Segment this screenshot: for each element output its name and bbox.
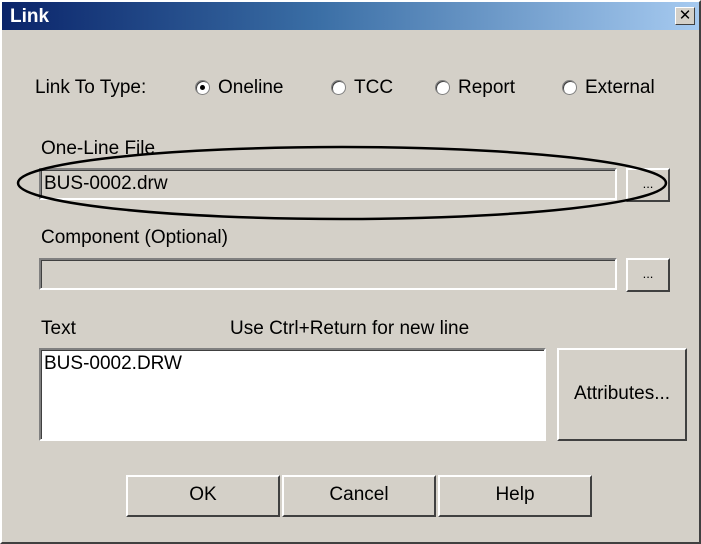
text-area[interactable]: BUS-0002.DRW — [39, 348, 546, 441]
oneline-browse-label: ... — [642, 176, 654, 191]
oneline-file-value: BUS-0002.drw — [44, 173, 168, 194]
text-area-value: BUS-0002.DRW — [44, 353, 182, 374]
close-button[interactable]: ✕ — [675, 7, 695, 25]
ok-label: OK — [189, 484, 217, 505]
radio-selected-dot — [200, 85, 205, 90]
radio-report-circle[interactable] — [435, 80, 450, 95]
attributes-button[interactable]: Attributes... — [557, 348, 687, 441]
radio-external-label: External — [585, 77, 655, 98]
radio-tcc[interactable]: TCC — [331, 77, 411, 101]
oneline-browse-button[interactable]: ... — [626, 168, 670, 202]
radio-oneline-circle[interactable] — [195, 80, 210, 95]
oneline-file-label: One-Line File — [41, 138, 156, 159]
radio-report-label: Report — [458, 77, 516, 98]
radio-oneline[interactable]: Oneline — [195, 77, 305, 101]
link-type-label: Link To Type: — [35, 77, 147, 98]
radio-external[interactable]: External — [562, 77, 677, 101]
dialog-title: Link — [10, 6, 50, 27]
component-browse-label: ... — [642, 266, 654, 281]
radio-external-circle[interactable] — [562, 80, 577, 95]
help-button[interactable]: Help — [438, 475, 592, 517]
close-icon: ✕ — [678, 7, 692, 24]
text-hint: Use Ctrl+Return for new line — [230, 318, 470, 339]
component-browse-button[interactable]: ... — [626, 258, 670, 292]
link-dialog: Link ✕ Link To Type: Oneline TCC Report … — [0, 0, 701, 544]
cancel-label: Cancel — [329, 484, 389, 505]
attributes-label: Attributes... — [573, 383, 671, 404]
component-field[interactable] — [39, 258, 617, 290]
radio-tcc-label: TCC — [354, 77, 394, 98]
component-label: Component (Optional) — [41, 227, 228, 248]
radio-oneline-label: Oneline — [218, 77, 284, 98]
help-label: Help — [495, 484, 535, 505]
text-label: Text — [41, 318, 76, 339]
radio-report[interactable]: Report — [435, 77, 535, 101]
title-bar: Link ✕ — [2, 2, 699, 30]
ok-button[interactable]: OK — [126, 475, 280, 517]
radio-tcc-circle[interactable] — [331, 80, 346, 95]
cancel-button[interactable]: Cancel — [282, 475, 436, 517]
oneline-file-field[interactable]: BUS-0002.drw — [39, 168, 617, 200]
